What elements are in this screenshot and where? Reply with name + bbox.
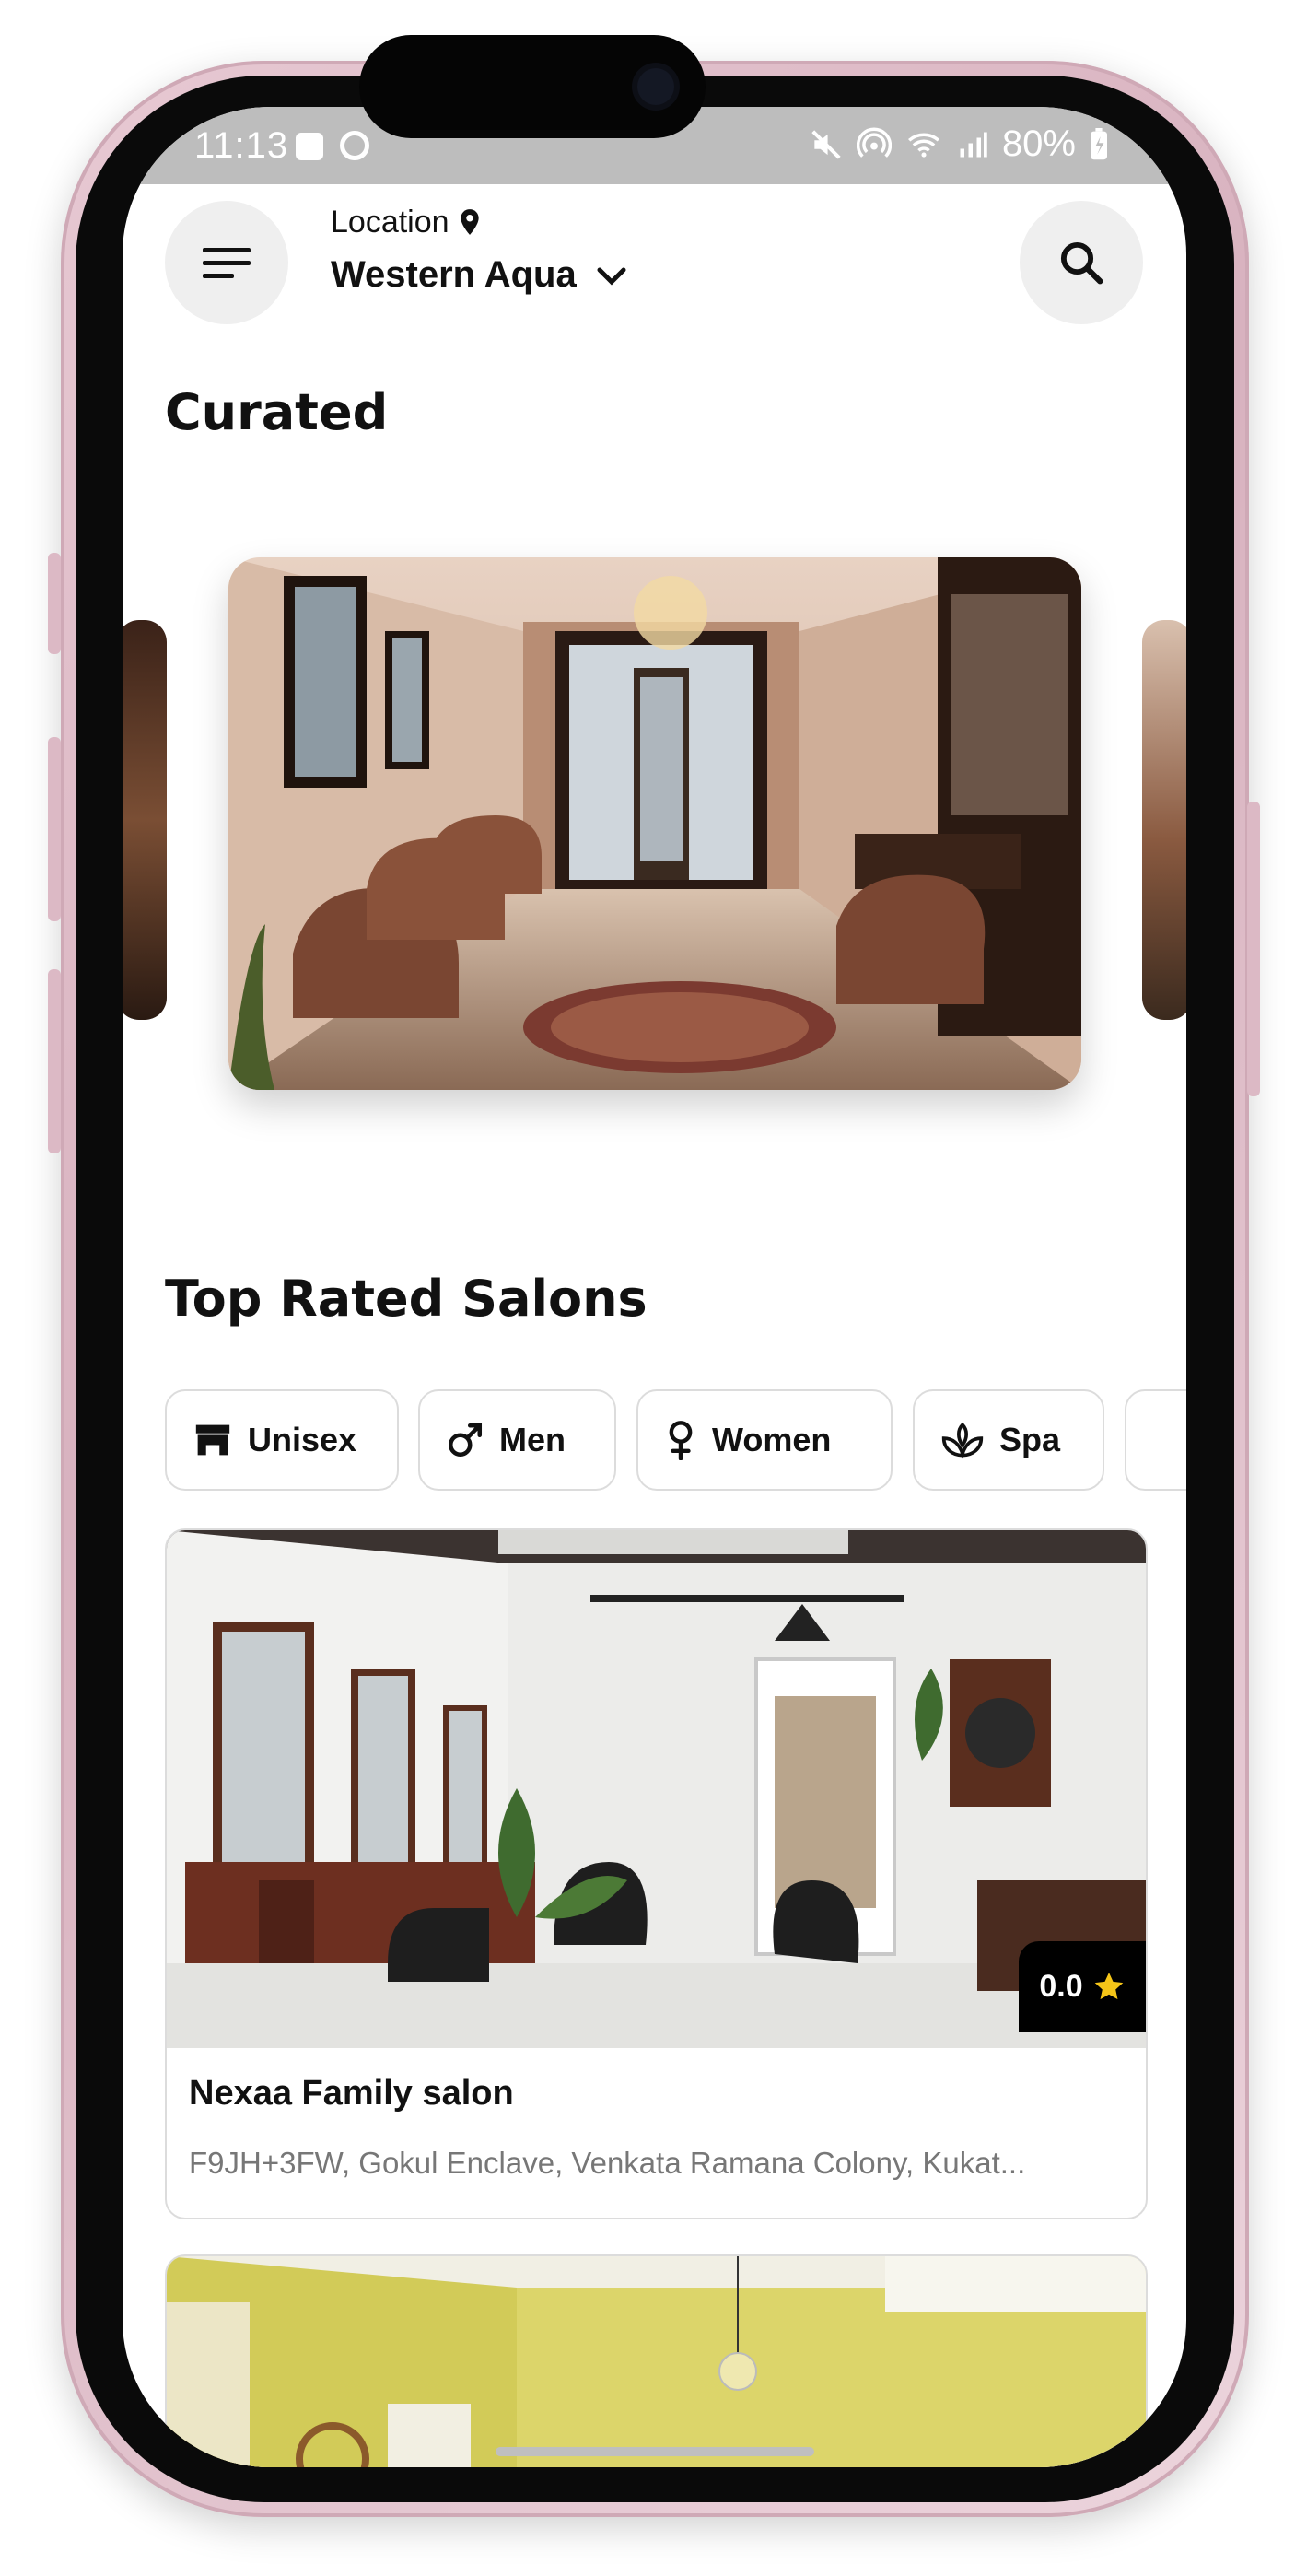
carousel-next-card[interactable]	[1142, 620, 1186, 1020]
salon-card[interactable]: 0.0 Nexaa Family salon F9JH+3FW, Gokul E…	[165, 1528, 1148, 2219]
salon-address: F9JH+3FW, Gokul Enclave, Venkata Ramana …	[189, 2146, 1026, 2180]
check-notification-icon	[296, 133, 323, 160]
hamburger-menu-icon	[203, 248, 251, 278]
status-icons: 80%	[809, 123, 1109, 165]
salon-interior-image	[167, 2256, 1146, 2467]
chip-spa[interactable]: Spa	[913, 1389, 1104, 1491]
battery-percent: 80%	[1001, 123, 1076, 164]
volume-down-button	[48, 969, 61, 1153]
location-label: Location	[331, 205, 482, 240]
location-selector[interactable]: Western Aqua	[331, 254, 627, 296]
battery-icon	[1091, 127, 1107, 159]
carousel-prev-card[interactable]	[123, 620, 167, 1020]
chevron-down-icon	[597, 267, 626, 286]
rating-badge: 0.0	[1019, 1941, 1146, 2032]
chip-unisex[interactable]: Unisex	[165, 1389, 399, 1491]
signal-icon	[960, 132, 987, 157]
chip-women[interactable]: Women	[636, 1389, 893, 1491]
salon-lounge-image	[228, 557, 1081, 1090]
male-icon	[448, 1423, 483, 1458]
top-rated-title: Top Rated Salons	[165, 1270, 648, 1328]
front-camera	[637, 68, 674, 105]
app-screen: 11:13 80% Location Western Aqua Curated	[123, 107, 1186, 2467]
status-time: 11:13	[194, 125, 289, 166]
hotspot-icon	[856, 127, 892, 158]
search-button[interactable]	[1020, 201, 1143, 324]
search-icon	[1060, 241, 1103, 285]
app-notification-icon	[340, 131, 369, 160]
menu-button[interactable]	[165, 201, 288, 324]
app-header: Location Western Aqua	[123, 184, 1186, 369]
storefront-icon	[195, 1424, 230, 1456]
chip-more[interactable]	[1125, 1389, 1186, 1491]
category-chip-row: Unisex Men Women Spa	[165, 1389, 1186, 1494]
chip-men[interactable]: Men	[418, 1389, 616, 1491]
mute-icon	[811, 129, 841, 159]
silent-switch	[48, 553, 61, 654]
power-button	[1247, 802, 1260, 1096]
location-pin-icon	[461, 209, 479, 235]
curated-carousel-card[interactable]	[228, 557, 1081, 1090]
salon-interior-image	[167, 1530, 1146, 2048]
curated-title: Curated	[165, 383, 389, 441]
wifi-icon	[907, 133, 939, 158]
home-indicator[interactable]	[496, 2447, 814, 2456]
volume-up-button	[48, 737, 61, 921]
salon-card[interactable]	[165, 2254, 1148, 2467]
spa-icon	[941, 1422, 984, 1459]
dynamic-island	[359, 35, 706, 138]
salon-name: Nexaa Family salon	[189, 2074, 514, 2113]
female-icon	[669, 1421, 693, 1460]
star-icon	[1094, 1973, 1123, 2000]
